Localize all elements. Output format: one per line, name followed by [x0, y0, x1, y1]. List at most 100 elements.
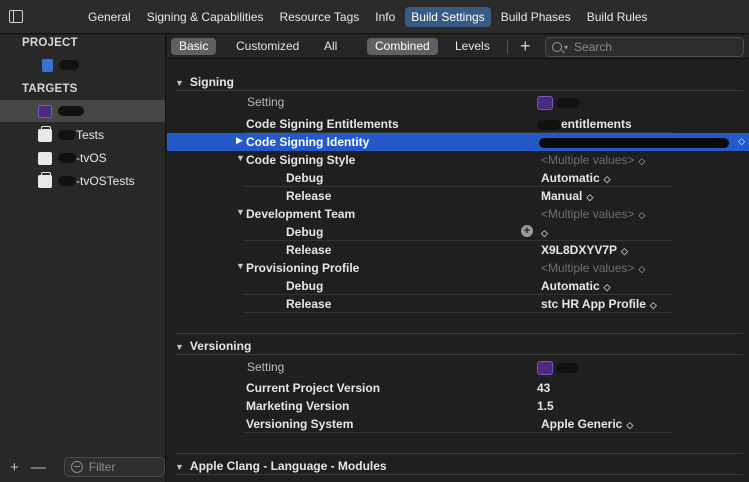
updown-chevron-icon: ◇: [603, 174, 611, 184]
setting-row-code-signing-identity[interactable]: ▶ Code Signing Identity ◇: [167, 133, 749, 151]
target-column-header: [537, 360, 578, 375]
setting-row-marketing-version[interactable]: Marketing Version 1.5: [167, 397, 749, 415]
setting-value[interactable]: Automatic ◇: [541, 279, 611, 293]
target-item-app[interactable]: [0, 100, 165, 122]
customized-scope-button[interactable]: Customized: [228, 38, 307, 55]
updown-chevron-icon: ◇: [586, 192, 594, 202]
setting-name: Code Signing Identity: [246, 135, 370, 149]
updown-chevron-icon: ◇: [649, 300, 657, 310]
disclosure-expanded-icon: ▼: [175, 78, 184, 88]
setting-name: Provisioning Profile: [246, 261, 360, 275]
group-divider: [175, 354, 743, 355]
setting-value[interactable]: 1.5: [537, 399, 554, 413]
setting-name: Marketing Version: [246, 399, 350, 413]
filter-placeholder: Filter: [88, 460, 116, 474]
basic-scope-button[interactable]: Basic: [171, 38, 217, 55]
setting-value[interactable]: X9L8DXYV7P ◇: [541, 243, 628, 257]
signing-group-header[interactable]: ▼ Signing: [175, 75, 234, 89]
target-label: Tests: [76, 128, 105, 142]
app-target-icon: [537, 360, 553, 375]
setting-row-team-debug[interactable]: Debug + ◇: [167, 223, 749, 241]
setting-value[interactable]: Manual ◇: [541, 189, 593, 203]
combined-view-button[interactable]: Combined: [367, 38, 438, 55]
setting-row-entitlements[interactable]: Code Signing Entitlements entitlements: [167, 115, 749, 133]
tab-info[interactable]: Info: [369, 7, 401, 27]
setting-value[interactable]: Apple Generic ◇: [541, 417, 633, 431]
add-circle-icon[interactable]: +: [521, 225, 533, 237]
setting-value[interactable]: stc HR App Profile ◇: [541, 297, 657, 311]
project-item[interactable]: [0, 54, 165, 76]
project-file-icon: [42, 58, 53, 72]
updown-chevron-icon: ◇: [541, 228, 548, 238]
add-build-setting-icon[interactable]: +: [520, 36, 531, 56]
redacted-value: [537, 119, 561, 130]
redacted-target-name: [58, 106, 84, 116]
setting-row-style-debug[interactable]: Debug Automatic ◇: [167, 169, 749, 187]
setting-value[interactable]: <Multiple values> ◇: [541, 207, 645, 221]
redacted-value: [539, 137, 729, 148]
disclosure-expanded-icon[interactable]: ▼: [236, 261, 245, 271]
setting-value[interactable]: ◇: [541, 225, 548, 239]
setting-row-current-project-version[interactable]: Current Project Version 43: [167, 379, 749, 397]
setting-value[interactable]: <Multiple values> ◇: [541, 153, 645, 167]
versioning-group-header[interactable]: ▼ Versioning: [175, 339, 251, 353]
disclosure-collapsed-icon[interactable]: ▶: [236, 135, 243, 146]
configuration-name: Release: [286, 243, 332, 257]
setting-row-code-signing-style[interactable]: ▼ Code Signing Style <Multiple values> ◇: [167, 151, 749, 169]
setting-name: Code Signing Entitlements: [246, 117, 399, 131]
target-item-tests[interactable]: Tests: [0, 124, 165, 146]
setting-value[interactable]: <Multiple values> ◇: [541, 261, 645, 275]
setting-column-label: Setting: [247, 95, 285, 109]
tab-signing-capabilities[interactable]: Signing & Capabilities: [141, 7, 270, 27]
levels-view-button[interactable]: Levels: [447, 38, 498, 55]
disclosure-expanded-icon[interactable]: ▼: [236, 207, 245, 217]
search-input[interactable]: ▾ Search: [545, 37, 744, 57]
tab-list: General Signing & Capabilities Resource …: [82, 7, 653, 27]
group-divider: [175, 333, 743, 334]
all-scope-button[interactable]: All: [316, 38, 345, 55]
redacted-target-name: [58, 153, 76, 163]
redacted-target-name: [556, 362, 578, 373]
search-placeholder: Search: [574, 40, 613, 54]
updown-chevron-icon: ◇: [603, 282, 611, 292]
tab-build-rules[interactable]: Build Rules: [581, 7, 654, 27]
targets-section-header: TARGETS: [22, 83, 78, 95]
search-icon: [552, 42, 562, 52]
configuration-name: Debug: [286, 171, 324, 185]
row-divider: [243, 312, 673, 313]
updown-chevron-icon: ◇: [638, 264, 646, 274]
redacted-target-name: [58, 176, 76, 186]
target-item-tvos-tests[interactable]: -tvOSTests: [0, 170, 165, 192]
setting-value[interactable]: [539, 135, 729, 149]
tab-resource-tags[interactable]: Resource Tags: [273, 7, 365, 27]
target-column-header: [537, 95, 580, 110]
group-divider: [175, 90, 743, 91]
redacted-target-name: [58, 130, 76, 140]
tab-build-phases[interactable]: Build Phases: [495, 7, 577, 27]
setting-row-provisioning-profile[interactable]: ▼ Provisioning Profile <Multiple values>…: [167, 259, 749, 277]
setting-value[interactable]: entitlements: [537, 117, 632, 131]
apple-clang-modules-group-header[interactable]: ▼ Apple Clang - Language - Modules: [175, 459, 387, 473]
target-label: -tvOS: [76, 151, 107, 165]
setting-row-profile-release[interactable]: Release stc HR App Profile ◇: [167, 295, 749, 313]
setting-column-label: Setting: [247, 360, 285, 374]
setting-row-development-team[interactable]: ▼ Development Team <Multiple values> ◇: [167, 205, 749, 223]
tab-general[interactable]: General: [82, 7, 137, 27]
disclosure-expanded-icon[interactable]: ▼: [236, 153, 245, 163]
target-item-tvos[interactable]: -tvOS: [0, 147, 165, 169]
app-target-icon: [38, 104, 52, 118]
tab-build-settings[interactable]: Build Settings: [405, 7, 491, 27]
sidebar-toggle-icon[interactable]: [9, 10, 23, 23]
remove-target-icon[interactable]: —: [31, 460, 46, 475]
setting-row-style-release[interactable]: Release Manual ◇: [167, 187, 749, 205]
add-target-icon[interactable]: +: [10, 460, 19, 475]
setting-row-versioning-system[interactable]: Versioning System Apple Generic ◇: [167, 415, 749, 433]
test-bundle-icon: [38, 125, 52, 142]
filter-input[interactable]: Filter: [63, 457, 165, 477]
updown-chevron-icon: ◇: [638, 210, 646, 220]
setting-value[interactable]: 43: [537, 381, 550, 395]
setting-value[interactable]: Automatic ◇: [541, 171, 611, 185]
setting-row-profile-debug[interactable]: Debug Automatic ◇: [167, 277, 749, 295]
setting-row-team-release[interactable]: Release X9L8DXYV7P ◇: [167, 241, 749, 259]
updown-chevron-icon: ◇: [638, 156, 646, 166]
